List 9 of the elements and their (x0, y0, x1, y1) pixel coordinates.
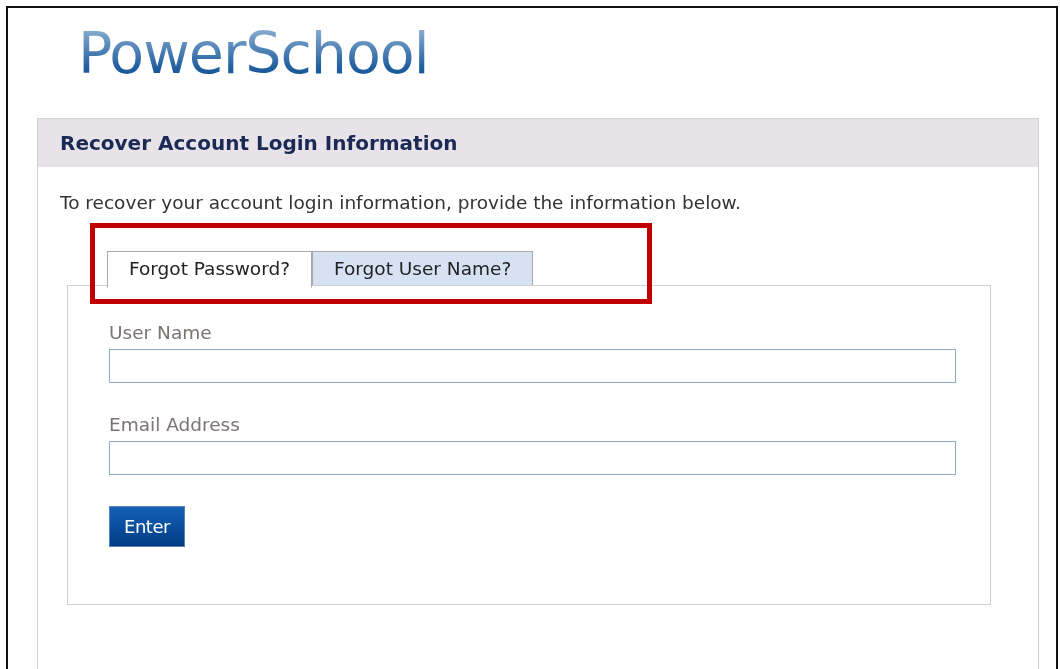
input-field[interactable] (109, 349, 956, 383)
panel-title: Recover Account Login Information (38, 119, 1038, 167)
field-label: Email Address (109, 414, 241, 436)
tab[interactable]: Forgot User Name? (312, 251, 534, 286)
tab[interactable]: Forgot Password? (107, 251, 312, 288)
field-label: User Name (109, 322, 213, 344)
enter-button[interactable]: Enter (109, 506, 185, 547)
intro-text: To recover your account login information, provide the information below. (60, 191, 742, 215)
input-field[interactable] (109, 441, 956, 475)
